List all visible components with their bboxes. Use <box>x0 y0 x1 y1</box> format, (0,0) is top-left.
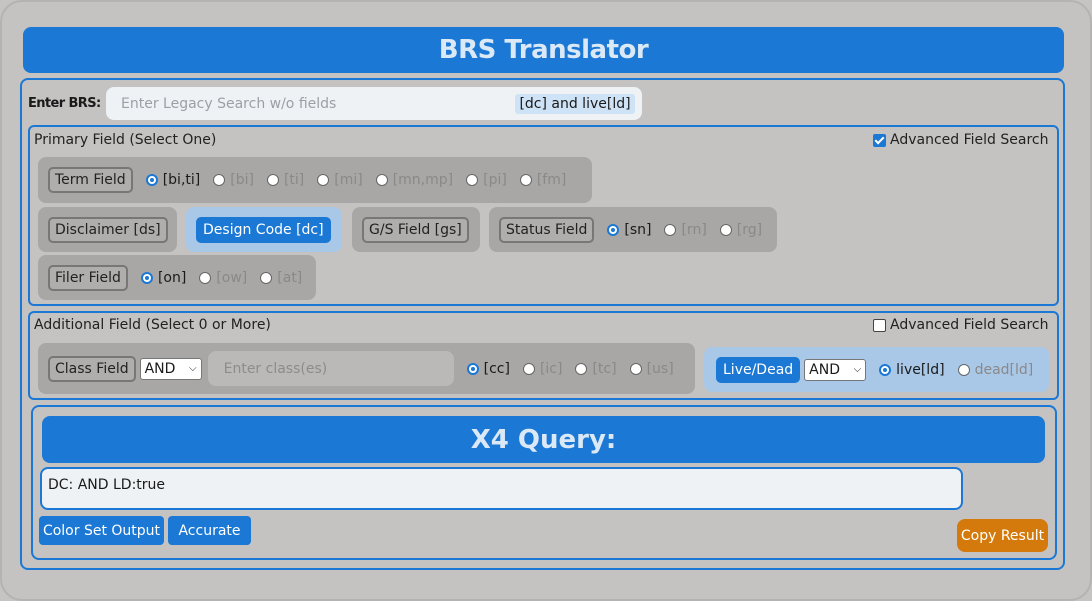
additional-advanced-checkbox[interactable] <box>873 318 886 332</box>
radio-icon <box>199 271 212 284</box>
radio-icon <box>664 223 677 236</box>
term-field-group: Term Field [bi,ti] [bi] [ti] [mi] [mn,mp… <box>38 157 592 203</box>
brs-search-input[interactable] <box>106 87 508 120</box>
additional-advanced-search[interactable]: Advanced Field Search <box>873 317 1048 333</box>
radio-icon <box>317 174 330 186</box>
chevron-down-icon: ⌵ <box>853 364 862 375</box>
filer-field-button[interactable]: Filer Field <box>48 264 128 291</box>
option-label: [fm] <box>536 172 567 188</box>
color-set-output-button[interactable]: Color Set Output <box>39 516 164 545</box>
option-label: [on] <box>157 269 187 286</box>
app-title: BRS Translator <box>23 27 1064 73</box>
radio-icon <box>140 271 153 284</box>
radio-icon <box>879 363 892 376</box>
radio-icon <box>519 174 532 186</box>
dead-option[interactable]: dead[ld] <box>957 361 1034 378</box>
design-code-group: Design Code [dc] <box>186 207 342 252</box>
enter-brs-label: Enter BRS: <box>28 96 101 111</box>
class-input[interactable] <box>207 351 454 386</box>
radio-icon <box>266 174 279 186</box>
additional-field-title: Additional Field (Select 0 or More) <box>34 317 271 333</box>
primary-field-title: Primary Field (Select One) <box>34 132 217 148</box>
copy-result-button[interactable]: Copy Result <box>957 519 1048 552</box>
option-label: [at] <box>277 269 303 286</box>
option-label: [ow] <box>216 269 248 286</box>
status-option-sn[interactable]: [sn] <box>607 222 651 238</box>
primary-advanced-checkbox[interactable] <box>873 133 886 147</box>
class-option-tc[interactable]: [tc] <box>575 360 617 377</box>
brs-result-display: [dc] and live[ld] <box>508 87 642 120</box>
select-value: AND <box>809 361 841 378</box>
term-option-bi-ti[interactable]: [bi,ti] <box>145 172 201 188</box>
term-option-mn-mp[interactable]: [mn,mp] <box>375 172 454 188</box>
filer-field-group: Filer Field [on] [ow] [at] <box>38 255 316 300</box>
radio-icon <box>607 223 620 236</box>
class-operator-select[interactable]: AND ⌵ <box>139 357 202 380</box>
term-option-mi[interactable]: [mi] <box>317 172 363 188</box>
radio-icon <box>719 223 732 236</box>
radio-icon <box>466 174 479 186</box>
gs-field-button[interactable]: G/S Field [gs] <box>362 216 469 243</box>
status-field-group: Status Field [sn] [rn] [rg] <box>489 207 777 252</box>
disclaimer-button[interactable]: Disclaimer [ds] <box>48 216 168 243</box>
option-label: [ti] <box>283 172 305 188</box>
radio-icon <box>575 362 588 375</box>
class-option-cc[interactable]: [cc] <box>466 360 510 377</box>
gs-field-group: G/S Field [gs] <box>352 207 480 252</box>
term-option-ti[interactable]: [ti] <box>266 172 305 188</box>
filer-option-ow[interactable]: [ow] <box>199 270 247 286</box>
class-field-button[interactable]: Class Field <box>48 355 136 382</box>
status-field-button[interactable]: Status Field <box>499 216 595 243</box>
option-label: live[ld] <box>896 361 945 378</box>
option-label: dead[ld] <box>974 361 1034 378</box>
live-dead-operator-select[interactable]: AND ⌵ <box>804 358 867 381</box>
additional-advanced-label: Advanced Field Search <box>890 317 1049 333</box>
live-option[interactable]: live[ld] <box>879 361 945 378</box>
status-option-rn[interactable]: [rn] <box>664 221 707 238</box>
primary-advanced-label: Advanced Field Search <box>890 132 1049 148</box>
class-option-us[interactable]: [us] <box>629 360 674 377</box>
app-window: BRS Translator Enter BRS: [dc] and live[… <box>0 0 1092 601</box>
term-field-button[interactable]: Term Field <box>48 167 133 193</box>
select-value: AND <box>144 360 176 377</box>
filer-option-on[interactable]: [on] <box>140 269 187 286</box>
radio-icon <box>957 363 970 376</box>
brs-result-text: [dc] and live[ld] <box>515 93 635 114</box>
radio-icon <box>375 174 388 186</box>
live-dead-group: Live/Dead AND ⌵ live[ld] dead[ld] <box>704 347 1049 392</box>
option-label: [rn] <box>681 221 707 238</box>
radio-icon <box>145 174 158 186</box>
term-option-bi[interactable]: [bi] <box>213 172 254 188</box>
option-label: [cc] <box>483 360 510 377</box>
option-label: [bi,ti] <box>162 172 201 188</box>
primary-advanced-search[interactable]: Advanced Field Search <box>873 132 1048 148</box>
chevron-down-icon: ⌵ <box>189 363 197 374</box>
x4-query-title: X4 Query: <box>42 416 1045 463</box>
radio-icon <box>629 362 642 375</box>
option-label: [mn,mp] <box>392 172 454 188</box>
design-code-button[interactable]: Design Code [dc] <box>196 216 331 243</box>
radio-icon <box>260 271 273 284</box>
disclaimer-group: Disclaimer [ds] <box>38 207 177 252</box>
option-label: [tc] <box>592 360 617 377</box>
status-option-rg[interactable]: [rg] <box>719 221 763 238</box>
radio-icon <box>466 362 479 375</box>
option-label: [pi] <box>483 172 507 188</box>
option-label: [mi] <box>334 172 363 188</box>
radio-icon <box>522 362 535 375</box>
radio-icon <box>213 174 226 186</box>
class-option-ic[interactable]: [ic] <box>522 360 563 377</box>
term-option-pi[interactable]: [pi] <box>466 172 507 188</box>
class-field-group: Class Field AND ⌵ [cc] [ic] [tc] [us] <box>38 343 695 394</box>
accurate-button[interactable]: Accurate <box>168 516 251 545</box>
option-label: [ic] <box>539 360 563 377</box>
term-option-fm[interactable]: [fm] <box>519 172 567 188</box>
live-dead-button[interactable]: Live/Dead <box>716 356 801 383</box>
option-label: [sn] <box>624 221 652 238</box>
filer-option-at[interactable]: [at] <box>260 270 302 286</box>
option-label: [bi] <box>230 172 254 188</box>
x4-query-output[interactable]: DC: AND LD:true <box>40 467 963 510</box>
option-label: [rg] <box>736 221 763 238</box>
option-label: [us] <box>646 360 674 377</box>
